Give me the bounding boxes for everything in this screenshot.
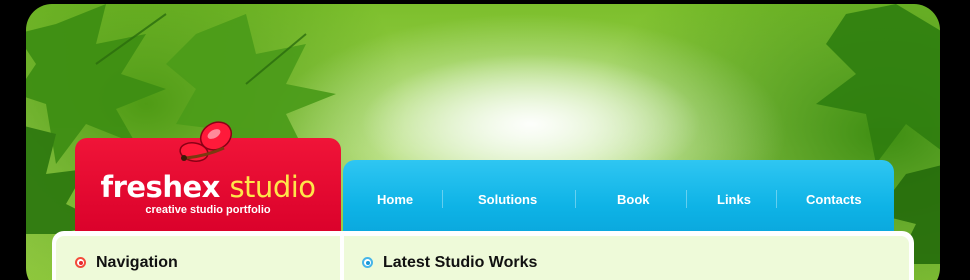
logo-tagline: creative studio portfolio: [145, 204, 271, 216]
navigation-panel-title: Navigation: [96, 254, 178, 271]
logo-name-part2: studio: [229, 170, 316, 204]
nav-separator: [442, 190, 443, 208]
butterfly-logo-icon: [179, 121, 233, 162]
latest-works-panel-title: Latest Studio Works: [383, 254, 538, 271]
latest-works-panel: Latest Studio Works: [344, 236, 909, 280]
main-navigation: Home Solutions Book Links Contacts: [343, 160, 894, 238]
nav-item-solutions[interactable]: Solutions: [478, 192, 537, 207]
nav-separator: [776, 190, 777, 208]
logo-wordmark: freshex studio: [75, 170, 341, 204]
navigation-panel: Navigation: [56, 236, 340, 280]
nav-item-home[interactable]: Home: [377, 192, 413, 207]
nav-separator: [575, 190, 576, 208]
nav-item-book[interactable]: Book: [617, 192, 650, 207]
nav-item-contacts[interactable]: Contacts: [806, 192, 862, 207]
bullet-icon: [75, 257, 86, 268]
nav-item-links[interactable]: Links: [717, 192, 751, 207]
nav-separator: [686, 190, 687, 208]
logo-name-part1: freshex: [100, 170, 220, 204]
bullet-icon: [362, 257, 373, 268]
